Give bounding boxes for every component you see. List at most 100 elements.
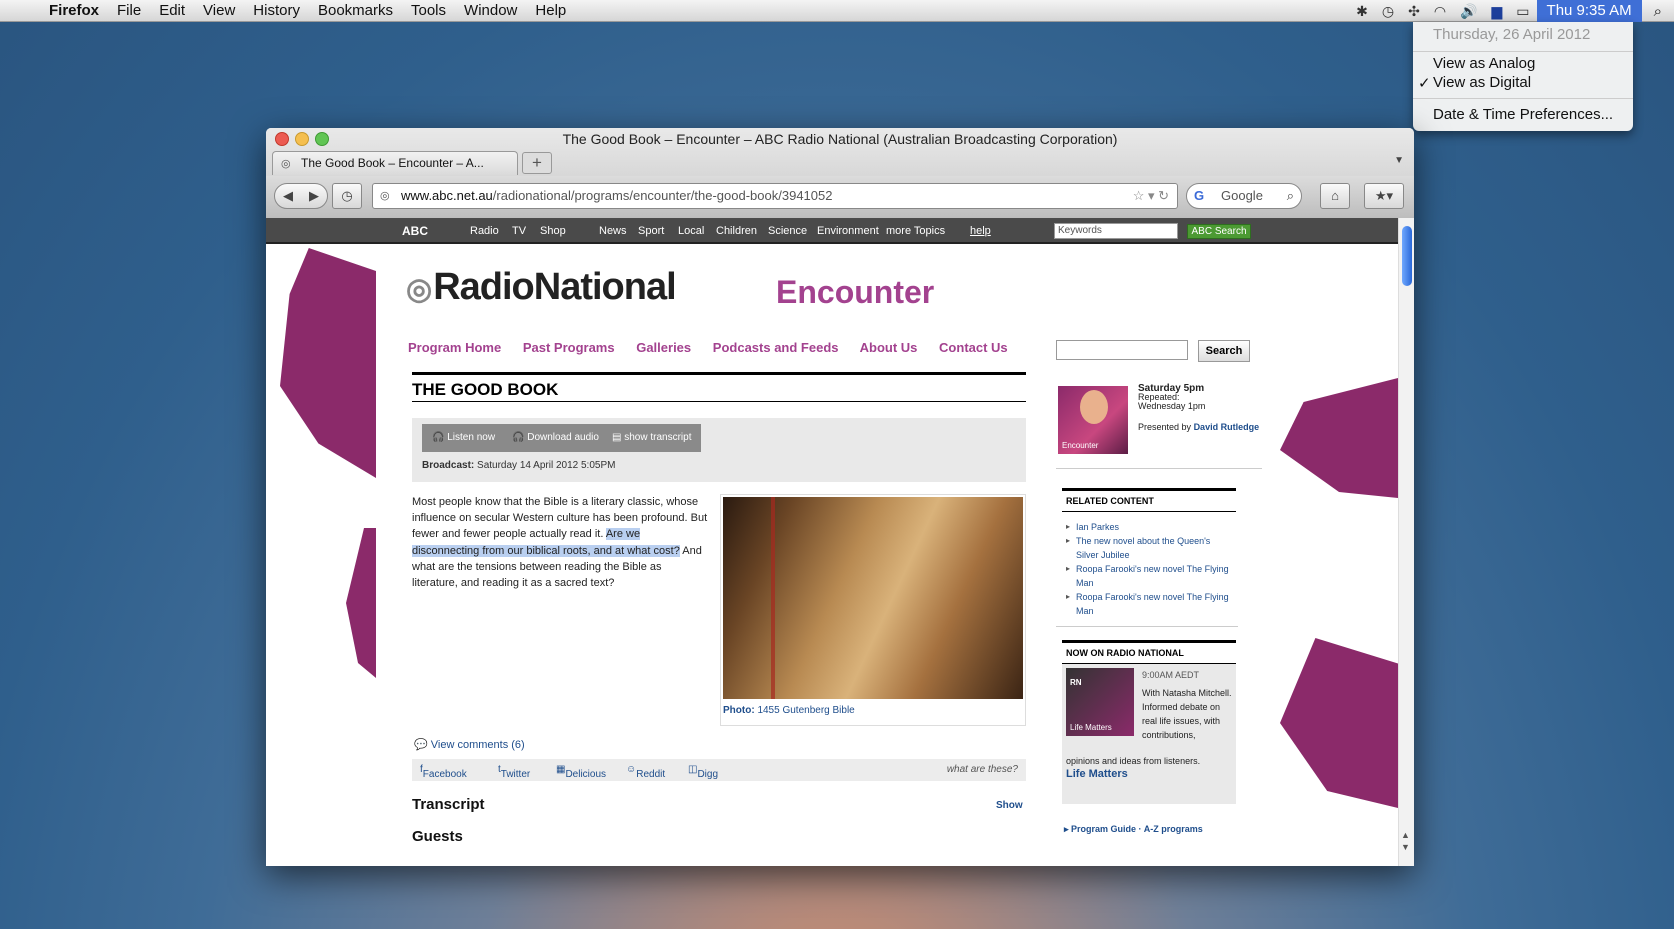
facebook-link[interactable]: f Facebook [420,764,467,780]
gutenberg-bible-photo[interactable] [723,497,1023,699]
spotlight-icon[interactable]: ⌕ [1642,3,1674,20]
twitter-link[interactable]: t Twitter [498,764,530,780]
back-button[interactable]: ◀ [275,184,301,208]
radio-national-logo[interactable]: ◎RadioNational [406,266,677,309]
life-matters-photo[interactable]: RN Life Matters [1066,668,1134,736]
nav-about-us[interactable]: About Us [860,340,918,355]
nav-tv[interactable]: TV [512,225,526,237]
program-guide-link[interactable]: Program Guide [1071,824,1136,834]
listen-now-button[interactable]: 🎧 Listen now [422,424,506,452]
nav-children[interactable]: Children [716,225,757,237]
related-link[interactable]: Roopa Farooki's new novel The Flying Man [1064,562,1234,590]
abc-favicon-icon: ◎ [380,190,390,202]
decorative-shape [280,248,376,478]
nav-environment[interactable]: Environment [817,225,879,237]
related-link[interactable]: The new novel about the Queen's Silver J… [1064,534,1234,562]
menu-window[interactable]: Window [455,0,526,22]
title-bar: The Good Book – Encounter – ABC Radio Na… [266,128,1414,218]
delicious-link[interactable]: ▦ Delicious [556,764,606,780]
view-as-digital-item[interactable]: View as Digital [1433,74,1531,91]
reddit-link[interactable]: ☺ Reddit [626,764,665,780]
nav-science[interactable]: Science [768,225,807,237]
related-link[interactable]: Ian Parkes [1064,520,1234,534]
nav-more-topics[interactable]: more Topics [886,225,945,237]
az-programs-link[interactable]: A-Z programs [1144,824,1203,834]
nav-galleries[interactable]: Galleries [636,340,691,355]
new-tab-button[interactable]: + [522,152,552,174]
forward-button[interactable]: ▶ [301,184,327,208]
url-path: /radionational/programs/encounter/the-go… [492,188,833,203]
menu-help[interactable]: Help [526,0,575,22]
nav-toolbar: ◀ ▶ ◷ ◎ www.abc.net.au/radionational/pro… [266,176,1414,218]
guests-heading: Guests [412,828,463,845]
google-icon: G [1194,188,1205,203]
show-transcript-button[interactable]: ▤ show transcript [602,424,702,452]
digg-link[interactable]: ◫ Digg [688,764,718,780]
nav-contact-us[interactable]: Contact Us [939,340,1008,355]
tab-label: The Good Book – Encounter – A... [301,156,484,170]
url-bar[interactable]: ◎ www.abc.net.au/radionational/programs/… [372,183,1178,209]
related-link[interactable]: Roopa Farooki's new novel The Flying Man [1064,590,1234,618]
nav-sport[interactable]: Sport [638,225,664,237]
history-icon[interactable]: ◷ [332,183,362,209]
site-search-button[interactable]: Search [1198,340,1250,362]
status-area: ✱ ◷ ✣ ◠ 🔊 ▆ ▭ Thu 9:35 AM ⌕ [1349,0,1674,22]
site-search-input[interactable] [1056,340,1188,360]
menu-edit[interactable]: Edit [150,0,194,22]
menu-file[interactable]: File [108,0,150,22]
show-transcript-link[interactable]: Show [996,800,1023,811]
date-time-preferences-item[interactable]: Date & Time Preferences... [1433,106,1613,123]
menu-view[interactable]: View [194,0,244,22]
what-are-these-link[interactable]: what are these? [947,764,1018,775]
scroll-down-icon[interactable]: ▼ [1401,842,1410,852]
menu-history[interactable]: History [244,0,309,22]
guide-links: ▸ Program Guide · A-Z programs [1064,824,1203,834]
nav-news[interactable]: News [599,225,627,237]
scroll-thumb[interactable] [1402,226,1412,286]
nav-past-programs[interactable]: Past Programs [523,340,615,355]
nav-radio[interactable]: Radio [470,225,499,237]
vertical-scrollbar[interactable]: ▲ ▼ [1398,218,1414,866]
search-engine-box[interactable]: G Google ⌕ [1186,183,1302,209]
time-machine-icon[interactable]: ◷ [1375,3,1401,20]
volume-icon[interactable]: 🔊 [1453,3,1484,20]
clock[interactable]: Thu 9:35 AM [1536,0,1642,22]
nav-shop[interactable]: Shop [540,225,566,237]
nav-podcasts[interactable]: Podcasts and Feeds [713,340,839,355]
australia-flag-icon[interactable]: ▆ [1485,3,1510,20]
presenter-link[interactable]: David Rutledge [1194,422,1260,432]
menu-separator [1413,51,1633,52]
menu-tools[interactable]: Tools [402,0,455,22]
menu-separator [1413,98,1633,99]
view-comments-link[interactable]: 💬 View comments (6) [414,738,525,751]
wifi-icon[interactable]: ◠ [1427,3,1453,20]
menu-bookmarks[interactable]: Bookmarks [309,0,402,22]
bookmarks-button[interactable]: ★▾ [1364,183,1404,209]
menu-app-name[interactable]: Firefox [40,0,108,22]
tools-icon[interactable]: ✱ [1349,3,1375,20]
presenter-info: Presented by David Rutledge [1138,422,1260,432]
home-button[interactable]: ⌂ [1320,183,1350,209]
tab-list-icon[interactable]: ▼ [1394,155,1404,166]
nav-help[interactable]: help [970,225,991,237]
related-content-list: Ian Parkes The new novel about the Queen… [1064,520,1234,618]
view-as-analog-item[interactable]: View as Analog [1433,55,1535,72]
logo-text: RadioNational [433,266,676,308]
search-icon[interactable]: ⌕ [1287,184,1294,208]
tab-active[interactable]: ◎ The Good Book – Encounter – A... [272,151,518,175]
keywords-input[interactable]: Keywords [1054,223,1178,239]
decorative-shape [1280,638,1398,808]
life-matters-link[interactable]: Life Matters [1066,768,1128,780]
nav-program-home[interactable]: Program Home [408,340,501,355]
abc-search-button[interactable]: ABC Search [1187,224,1251,239]
download-audio-button[interactable]: 🎧 Download audio [502,424,609,452]
program-title[interactable]: Encounter [776,274,934,311]
bookmark-star-icon[interactable]: ☆ ▾ ↻ [1133,184,1169,208]
browser-window: The Good Book – Encounter – ABC Radio Na… [266,128,1414,866]
scroll-up-icon[interactable]: ▲ [1401,830,1410,840]
nav-local[interactable]: Local [678,225,704,237]
presenter-photo[interactable]: Encounter [1058,386,1128,454]
battery-icon[interactable]: ▭ [1509,3,1536,20]
bluetooth-icon[interactable]: ✣ [1401,3,1427,20]
abc-logo[interactable]: ABC [402,224,428,238]
